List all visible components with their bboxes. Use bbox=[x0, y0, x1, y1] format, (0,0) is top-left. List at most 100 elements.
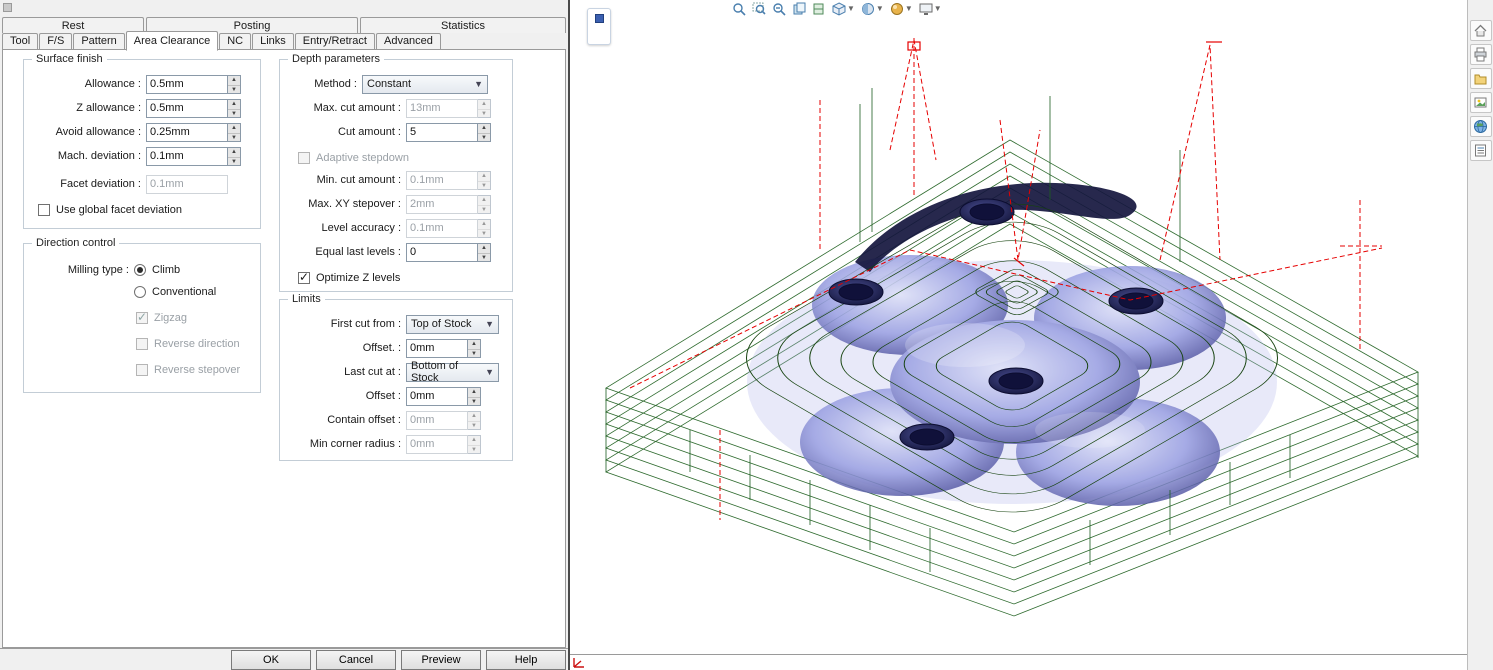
chevron-down-icon: ▼ bbox=[847, 4, 855, 13]
zoom-to-area-icon[interactable] bbox=[752, 2, 766, 16]
chevron-down-icon: ▼ bbox=[904, 4, 913, 13]
milling-type-label: Milling type : bbox=[67, 264, 129, 276]
contain-offset-input bbox=[406, 410, 468, 430]
reverse-direction-row: Reverse direction bbox=[136, 336, 256, 352]
view-settings-icon[interactable]: ▼ bbox=[919, 2, 942, 16]
tab-nc[interactable]: NC bbox=[219, 33, 252, 50]
equal-last-levels-spinner[interactable]: ▲ ▼ bbox=[478, 242, 491, 262]
min-cut-amount-spinner: ▲ ▼ bbox=[478, 170, 491, 190]
tab-rest[interactable]: Rest bbox=[2, 17, 144, 33]
offset-top-row: Offset. : ▲▼ bbox=[284, 338, 508, 358]
depth-parameters-title: Depth parameters bbox=[288, 53, 385, 65]
stock-icon[interactable] bbox=[594, 14, 604, 23]
level-accuracy-label: Level accuracy : bbox=[321, 222, 401, 234]
properties-list-icon[interactable] bbox=[1469, 140, 1492, 161]
cancel-button[interactable]: Cancel bbox=[316, 649, 396, 670]
allowance-input[interactable] bbox=[146, 74, 228, 94]
reverse-direction-checkbox bbox=[136, 338, 148, 350]
offset-bottom-input[interactable] bbox=[406, 386, 468, 406]
chevron-down-icon: ▼ bbox=[485, 319, 494, 329]
viewport-mini-toolbar[interactable] bbox=[587, 8, 611, 45]
max-xy-stepover-spinner: ▲ ▼ bbox=[478, 194, 491, 214]
chevron-down-icon: ▼ bbox=[474, 79, 483, 89]
adaptive-stepdown-row: Adaptive stepdown bbox=[298, 150, 508, 166]
reverse-stepover-row: Reverse stepover bbox=[136, 362, 256, 378]
mach-deviation-label: Mach. deviation : bbox=[57, 150, 141, 162]
optimize-z-checkbox[interactable] bbox=[298, 270, 310, 284]
equal-last-levels-input[interactable] bbox=[406, 242, 478, 262]
app-window: Rest Posting Statistics Tool F/S Pattern… bbox=[0, 0, 1493, 670]
avoid-allowance-label: Avoid allowance : bbox=[55, 126, 141, 138]
folder-open-icon[interactable] bbox=[1469, 68, 1492, 89]
help-button[interactable]: Help bbox=[486, 649, 566, 670]
method-select[interactable]: Constant ▼ bbox=[362, 74, 488, 94]
last-cut-at-select[interactable]: Bottom of Stock ▼ bbox=[406, 360, 499, 384]
limits-group: Limits First cut from : Top of Stock ▼ O… bbox=[279, 293, 513, 461]
max-cut-amount-row: Max. cut amount : ▲▼ bbox=[284, 98, 508, 118]
z-allowance-label: Z allowance : bbox=[76, 102, 141, 114]
appearances-icon[interactable]: ▼ bbox=[890, 2, 913, 16]
last-cut-at-value: Bottom of Stock bbox=[411, 360, 459, 384]
min-cut-amount-row: Min. cut amount : ▲▼ bbox=[284, 170, 508, 190]
max-cut-amount-label: Max. cut amount : bbox=[313, 102, 401, 114]
image-icon[interactable] bbox=[1469, 92, 1492, 113]
tab-links[interactable]: Links bbox=[252, 33, 294, 50]
zigzag-row: Zigzag bbox=[136, 310, 256, 326]
cut-amount-input[interactable] bbox=[406, 122, 478, 142]
max-cut-amount-spinner: ▲ ▼ bbox=[478, 98, 491, 118]
tab-entry-retract[interactable]: Entry/Retract bbox=[294, 33, 375, 50]
facet-deviation-row: Facet deviation : bbox=[28, 174, 256, 194]
cut-amount-spinner[interactable]: ▲ ▼ bbox=[478, 122, 491, 142]
conventional-row: Conventional bbox=[28, 282, 256, 302]
use-global-facet-row: Use global facet deviation bbox=[38, 202, 256, 218]
tab-statistics[interactable]: Statistics bbox=[360, 17, 566, 33]
allowance-spinner[interactable]: ▲ ▼ bbox=[228, 74, 241, 94]
facet-deviation-input bbox=[146, 174, 228, 194]
first-cut-from-select[interactable]: Top of Stock ▼ bbox=[406, 314, 499, 334]
ok-button[interactable]: OK bbox=[231, 649, 311, 670]
zigzag-label: Zigzag bbox=[154, 312, 188, 324]
operation-parameters-dialog: Rest Posting Statistics Tool F/S Pattern… bbox=[0, 0, 568, 670]
home-icon[interactable] bbox=[1469, 20, 1492, 41]
zoom-in-out-icon[interactable] bbox=[772, 2, 786, 16]
graphics-viewport[interactable]: ▼ ▼ ▼ ▼ bbox=[568, 0, 1467, 670]
tab-tool[interactable]: Tool bbox=[2, 33, 39, 50]
z-allowance-spinner[interactable]: ▲ ▼ bbox=[228, 98, 241, 118]
offset-bottom-row: Offset : ▲▼ bbox=[284, 386, 508, 406]
toolpath-canvas[interactable] bbox=[570, 0, 1469, 652]
preview-button[interactable]: Preview bbox=[401, 649, 481, 670]
web-globe-icon[interactable] bbox=[1469, 116, 1492, 137]
offset-top-label: Offset. : bbox=[362, 342, 401, 354]
offset-top-spinner[interactable]: ▲ ▼ bbox=[468, 338, 481, 358]
chevron-down-icon: ▼ bbox=[933, 4, 942, 13]
conventional-radio[interactable] bbox=[134, 286, 146, 298]
view-orientation-icon[interactable]: ▼ bbox=[832, 1, 855, 16]
z-allowance-input[interactable] bbox=[146, 98, 228, 118]
offset-top-input[interactable] bbox=[406, 338, 468, 358]
min-cut-amount-label: Min. cut amount : bbox=[316, 174, 401, 186]
offset-bottom-spinner[interactable]: ▲ ▼ bbox=[468, 386, 481, 406]
printer-icon[interactable] bbox=[1469, 44, 1492, 65]
tab-area-clearance[interactable]: Area Clearance bbox=[125, 31, 219, 51]
reverse-stepover-checkbox bbox=[136, 364, 148, 376]
display-style-icon[interactable]: ▼ bbox=[861, 2, 884, 16]
avoid-allowance-input[interactable] bbox=[146, 122, 228, 142]
avoid-allowance-spinner[interactable]: ▲ ▼ bbox=[228, 122, 241, 142]
tab-pattern[interactable]: Pattern bbox=[73, 33, 125, 50]
use-global-facet-checkbox[interactable] bbox=[38, 204, 50, 216]
zoom-to-fit-icon[interactable] bbox=[732, 2, 746, 16]
first-cut-from-value: Top of Stock bbox=[411, 318, 472, 330]
section-view-b-icon[interactable] bbox=[812, 2, 826, 16]
tab-fs[interactable]: F/S bbox=[39, 33, 73, 50]
mach-deviation-spinner[interactable]: ▲ ▼ bbox=[228, 146, 241, 166]
tab-advanced[interactable]: Advanced bbox=[375, 33, 441, 50]
method-value: Constant bbox=[367, 78, 412, 90]
allowance-label: Allowance : bbox=[84, 78, 141, 90]
climb-radio[interactable] bbox=[134, 264, 146, 276]
method-label: Method : bbox=[314, 78, 357, 90]
zigzag-checkbox bbox=[136, 310, 148, 324]
mach-deviation-input[interactable] bbox=[146, 146, 228, 166]
adaptive-stepdown-label: Adaptive stepdown bbox=[316, 152, 409, 164]
section-view-a-icon[interactable] bbox=[792, 2, 806, 16]
adaptive-stepdown-checkbox bbox=[298, 152, 310, 164]
